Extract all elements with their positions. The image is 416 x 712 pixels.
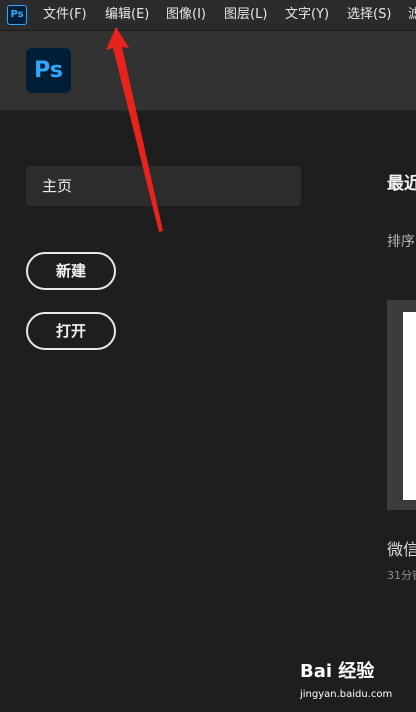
- recent-files-title: 最近: [387, 174, 416, 194]
- baidu-watermark: Bai 经验 jingyan.baidu.com: [296, 655, 412, 707]
- sidebar-item-home[interactable]: 主页: [26, 166, 301, 206]
- home-header: Ps: [0, 31, 416, 111]
- menu-filter[interactable]: 滤: [408, 0, 416, 30]
- photoshop-app-icon[interactable]: Ps: [7, 5, 27, 25]
- open-button[interactable]: 打开: [26, 312, 116, 350]
- watermark-url: jingyan.baidu.com: [300, 689, 393, 700]
- menu-type[interactable]: 文字(Y): [285, 0, 329, 30]
- menu-image[interactable]: 图像(I): [166, 0, 206, 30]
- menu-edit[interactable]: 编辑(E): [105, 0, 149, 30]
- photoshop-logo: Ps: [26, 48, 71, 93]
- menu-layer[interactable]: 图层(L): [224, 0, 267, 30]
- new-button[interactable]: 新建: [26, 252, 116, 290]
- home-screen: 主页 新建 打开 最近 排序 微信 31分钟: [0, 111, 416, 712]
- recent-file-time: 31分钟: [387, 569, 416, 582]
- sort-label[interactable]: 排序: [387, 231, 415, 251]
- menu-bar: Ps 文件(F) 编辑(E) 图像(I) 图层(L) 文字(Y) 选择(S) 滤: [0, 0, 416, 31]
- menu-file[interactable]: 文件(F): [43, 0, 87, 30]
- recent-file-thumbnail[interactable]: [387, 300, 416, 510]
- recent-file-name[interactable]: 微信: [387, 536, 416, 560]
- thumbnail-preview: [403, 312, 416, 500]
- menu-select[interactable]: 选择(S): [347, 0, 391, 30]
- watermark-logo: Bai 经验: [300, 661, 375, 682]
